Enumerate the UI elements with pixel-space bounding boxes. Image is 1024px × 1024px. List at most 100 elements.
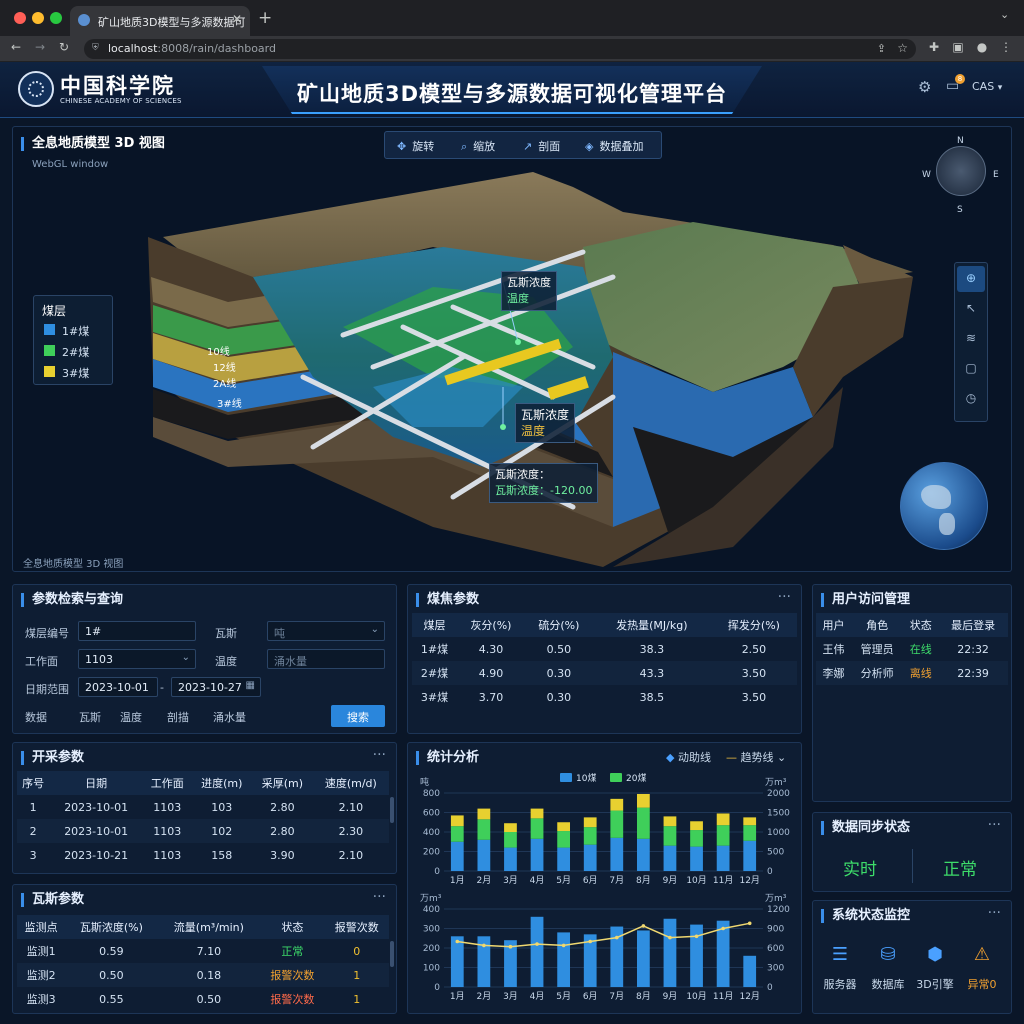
more-icon[interactable]: ···	[778, 589, 791, 605]
data-overlay-button[interactable]: ◈ 数据叠加	[585, 138, 643, 154]
date-from-input[interactable]: 2023-10-01	[78, 677, 158, 697]
browser-tab[interactable]: 矿山地质3D模型与多源数据可 ✕	[70, 6, 250, 36]
table-scrollbar[interactable]	[390, 941, 394, 967]
table-row[interactable]: 监测1 0.59 7.10 正常 0	[17, 939, 389, 963]
date-to-input[interactable]: 2023-10-27 ▦	[171, 677, 261, 697]
filter-tag[interactable]: 涌水量	[213, 709, 246, 725]
more-icon[interactable]: ···	[373, 747, 386, 763]
user-menu[interactable]: CAS ▾	[972, 80, 1002, 93]
bar	[663, 826, 677, 846]
table-row[interactable]: 监测3 0.55 0.50 报警次数 1	[17, 987, 389, 1011]
minimize-window-button[interactable]	[32, 12, 44, 24]
frame-icon[interactable]: ▢	[957, 356, 985, 382]
table-row[interactable]: 2#煤 4.90 0.30 43.3 3.50	[412, 661, 797, 685]
panel-title: 煤焦参数	[416, 593, 479, 607]
table-row[interactable]: 李娜 分析师 离线 22:39	[816, 661, 1008, 685]
locate-icon[interactable]: ⊕	[957, 266, 985, 292]
rotate-icon: ✥	[397, 140, 407, 153]
y-tick-label: 800	[423, 789, 440, 799]
data-tooltip: 瓦斯浓度： 瓦斯浓度：-120.00	[489, 463, 599, 503]
bar	[716, 845, 730, 871]
column-header: 瓦斯浓度(%)	[65, 915, 158, 939]
more-icon[interactable]: ···	[988, 905, 1001, 921]
legend-label: 10煤	[576, 772, 596, 784]
gas-select[interactable]: 吨 ⌄	[267, 621, 385, 641]
calendar-icon[interactable]: ▦	[246, 680, 255, 691]
database-icon[interactable]: ⛁	[868, 944, 908, 965]
status-badge: 报警次数	[270, 993, 315, 1006]
share-icon[interactable]: ⇪	[877, 42, 886, 55]
table-scrollbar[interactable]	[390, 797, 394, 823]
measure-icon[interactable]: ◷	[957, 386, 985, 412]
dynamic-line-toggle[interactable]: ◆ 动助线	[666, 749, 711, 765]
y-tick-label: 0	[434, 983, 440, 993]
bar	[530, 818, 544, 839]
table-row[interactable]: 3 2023-10-21 1103 158 3.90 2.10	[17, 843, 389, 867]
column-header: 报警次数	[324, 915, 389, 939]
line-point	[535, 942, 539, 946]
url-field[interactable]: ⛨ localhost:8008/rain/dashboard ⇪ ☆	[84, 39, 916, 59]
filter-tag[interactable]: 剖描	[167, 709, 189, 725]
seam-label: 3#线	[217, 399, 242, 410]
more-icon[interactable]: ···	[373, 889, 386, 905]
panel-title: 瓦斯参数	[21, 893, 84, 907]
zoom-button[interactable]: ⌕ 缩放	[461, 138, 495, 154]
y2-tick-label: 0	[767, 983, 773, 993]
tab-close-icon[interactable]: ✕	[232, 12, 242, 26]
legend-item-3: 3#煤	[62, 367, 90, 380]
query-panel: 参数检索与查询 煤层编号 1# 瓦斯 吨 ⌄ 工作面 1103 ⌄ 温度 涌水量 日…	[12, 584, 397, 734]
bar	[477, 819, 491, 840]
column-header: 灰分(%)	[457, 613, 525, 637]
seam-number-input[interactable]: 1#	[78, 621, 196, 641]
x-tick-label: 10月	[686, 875, 706, 886]
server-icon[interactable]: ☰	[820, 944, 860, 965]
address-bar-row: ← → ↻ ⛨ localhost:8008/rain/dashboard ⇪ …	[0, 36, 1024, 62]
geology-3d-model[interactable]	[13, 127, 1012, 572]
close-window-button[interactable]	[14, 12, 26, 24]
new-tab-button[interactable]: +	[258, 8, 272, 28]
profile-icon[interactable]: ●	[974, 40, 990, 54]
rotate-button[interactable]: ✥ 旋转	[397, 138, 434, 154]
stack-layers-icon[interactable]: ≋	[957, 326, 985, 352]
table-row[interactable]: 监测2 0.50 0.18 报警次数 1	[17, 963, 389, 987]
browser-menu-icon[interactable]: ⋮	[998, 40, 1014, 54]
more-icon[interactable]: ···	[988, 817, 1001, 833]
maximize-window-button[interactable]	[50, 12, 62, 24]
filter-tag[interactable]: 温度	[120, 709, 142, 725]
table-row[interactable]: 1 2023-10-01 1103 103 2.80 2.10	[17, 795, 389, 819]
earth-globe-icon[interactable]	[900, 462, 988, 550]
bar	[610, 837, 624, 871]
y2-tick-label: 0	[767, 867, 773, 877]
search-button[interactable]: 搜索	[331, 705, 385, 727]
panel-title: 系统状态监控	[821, 909, 910, 923]
legend-label: 20煤	[626, 772, 646, 784]
bar	[450, 841, 464, 871]
water-inflow-input[interactable]: 涌水量	[267, 649, 385, 669]
extensions-icon[interactable]: ✚	[926, 40, 942, 54]
site-info-icon[interactable]: ⛨	[92, 43, 99, 53]
viewer-panel: 全息地质模型 3D 视图 WebGL window 全息地质模型 3D 视图 煤…	[12, 126, 1012, 572]
table-row[interactable]: 1#煤 4.30 0.50 38.3 2.50	[412, 637, 797, 661]
table-row[interactable]: 王伟 管理员 在线 22:32	[816, 637, 1008, 661]
system-item-label: 异常0	[967, 978, 997, 991]
work-face-select[interactable]: 1103 ⌄	[78, 649, 196, 669]
tab-list-icon[interactable]: ⌄	[1000, 8, 1009, 21]
reload-icon[interactable]: ↻	[56, 40, 72, 54]
section-button[interactable]: ↗ 剖面	[523, 138, 560, 154]
back-icon[interactable]: ←	[8, 40, 24, 54]
trend-line-toggle[interactable]: — 趋势线 ⌄	[726, 749, 786, 765]
pointer-icon[interactable]: ↖	[957, 296, 985, 322]
bookmark-star-icon[interactable]: ☆	[897, 41, 908, 55]
engine-icon[interactable]: ⬢	[915, 944, 955, 965]
forward-icon[interactable]: →	[32, 40, 48, 54]
table-row[interactable]: 3#煤 3.70 0.30 38.5 3.50	[412, 685, 797, 709]
bar	[610, 810, 624, 838]
table-row[interactable]: 2 2023-10-01 1103 102 2.80 2.30	[17, 819, 389, 843]
compass-globe-icon[interactable]	[936, 146, 986, 196]
settings-gear-icon[interactable]: ⚙	[918, 78, 931, 96]
filter-tag[interactable]: 数据	[25, 709, 47, 725]
filter-tag[interactable]: 瓦斯	[79, 709, 101, 725]
legend-swatch	[44, 366, 55, 377]
sidepanel-icon[interactable]: ▣	[950, 40, 966, 54]
warning-icon[interactable]: ⚠	[962, 944, 1002, 965]
